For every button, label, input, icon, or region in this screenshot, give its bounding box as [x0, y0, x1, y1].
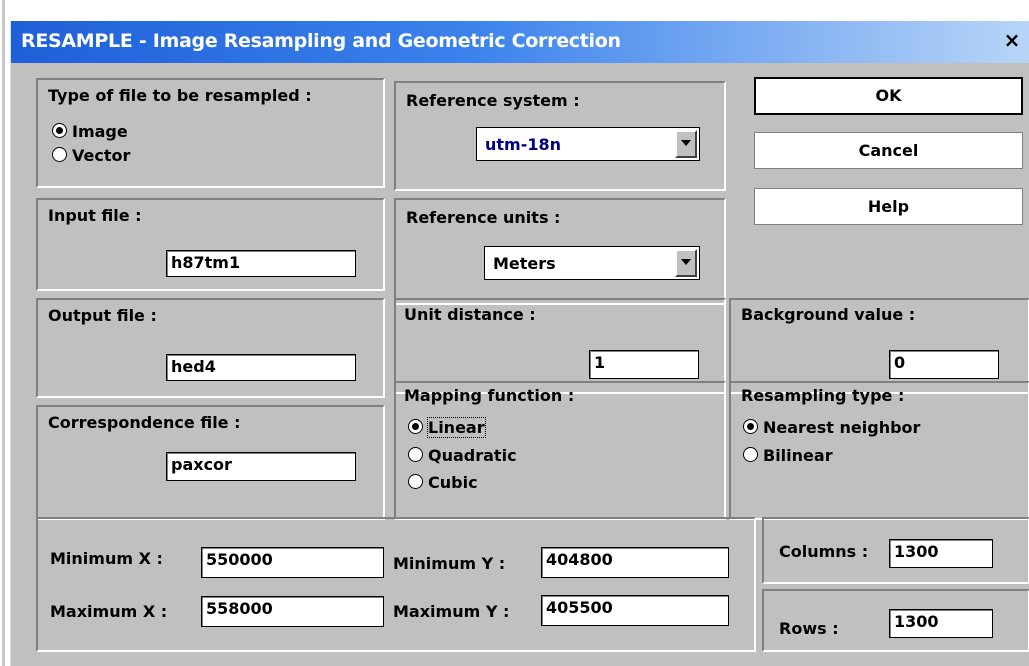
radio-image-indicator: [52, 123, 67, 138]
max-y-label: Maximum Y :: [393, 602, 510, 621]
columns-label: Columns :: [779, 542, 869, 561]
radio-linear-indicator: [408, 419, 423, 434]
correspondence-file-panel: Correspondence file : paxcor: [36, 405, 385, 520]
min-y-field[interactable]: 404800: [541, 547, 729, 578]
max-x-field[interactable]: 558000: [201, 596, 384, 627]
output-file-label: Output file :: [48, 306, 157, 325]
title-bar[interactable]: RESAMPLE - Image Resampling and Geometri…: [11, 21, 1029, 63]
radio-cubic[interactable]: Cubic: [408, 473, 478, 492]
file-type-label: Type of file to be resampled :: [48, 86, 312, 105]
resampling-type-panel: Resampling type : Nearest neighbor Bilin…: [729, 381, 1029, 520]
min-x-field[interactable]: 550000: [201, 547, 384, 578]
help-button[interactable]: Help: [754, 188, 1023, 225]
reference-units-select[interactable]: Meters: [484, 246, 700, 280]
close-icon[interactable]: ×: [1002, 29, 1022, 51]
background-value-panel: Background value : 0: [729, 298, 1029, 394]
mapping-function-panel: Mapping function : Linear Quadratic Cubi…: [394, 381, 726, 520]
mapping-function-label: Mapping function :: [404, 386, 575, 405]
ok-button[interactable]: OK: [754, 77, 1023, 115]
radio-image[interactable]: Image: [52, 122, 128, 141]
radio-linear-label: Linear: [427, 417, 486, 438]
chevron-down-icon: [681, 259, 691, 265]
resample-dialog: RESAMPLE - Image Resampling and Geometri…: [10, 21, 1029, 666]
reference-units-label: Reference units :: [406, 208, 561, 227]
file-type-panel: Type of file to be resampled : Image Vec…: [36, 78, 385, 188]
columns-field[interactable]: 1300: [889, 539, 993, 568]
reference-units-dropdown-arrow[interactable]: [675, 249, 697, 277]
radio-vector-label: Vector: [72, 146, 131, 165]
cancel-button[interactable]: Cancel: [754, 132, 1023, 169]
chevron-down-icon: [681, 140, 691, 146]
radio-cubic-indicator: [408, 474, 423, 489]
rows-panel: Rows : 1300: [762, 589, 1029, 652]
input-file-label: Input file :: [48, 206, 142, 225]
radio-vector[interactable]: Vector: [52, 146, 130, 165]
unit-distance-panel: Unit distance : 1: [394, 298, 726, 394]
input-file-field[interactable]: h87tm1: [166, 250, 356, 277]
background-value-field[interactable]: 0: [889, 350, 999, 379]
radio-vector-indicator: [52, 147, 67, 162]
min-y-label: Minimum Y :: [393, 554, 506, 573]
rows-label: Rows :: [779, 619, 839, 638]
columns-panel: Columns : 1300: [762, 517, 1029, 584]
unit-distance-label: Unit distance :: [404, 305, 536, 324]
reference-system-label: Reference system :: [406, 91, 580, 110]
radio-nearest-neighbor-label: Nearest neighbor: [763, 418, 921, 437]
radio-quadratic[interactable]: Quadratic: [408, 446, 517, 465]
max-y-field[interactable]: 405500: [541, 595, 729, 626]
reference-system-value: utm-18n: [485, 135, 562, 154]
radio-linear[interactable]: Linear: [408, 417, 486, 438]
background-value-label: Background value :: [741, 305, 916, 324]
unit-distance-field[interactable]: 1: [589, 350, 699, 379]
correspondence-file-label: Correspondence file :: [48, 413, 241, 432]
input-file-panel: Input file : h87tm1: [36, 198, 385, 291]
radio-quadratic-indicator: [408, 447, 423, 462]
rows-field[interactable]: 1300: [889, 609, 993, 638]
reference-system-dropdown-arrow[interactable]: [675, 130, 697, 158]
window-left-edge: [2, 0, 5, 666]
reference-system-select[interactable]: utm-18n: [476, 127, 700, 161]
max-x-label: Maximum X :: [50, 602, 168, 621]
radio-quadratic-label: Quadratic: [428, 446, 517, 465]
radio-bilinear[interactable]: Bilinear: [743, 446, 833, 465]
reference-units-panel: Reference units : Meters: [394, 198, 726, 305]
reference-system-panel: Reference system : utm-18n: [394, 81, 726, 191]
reference-units-value: Meters: [493, 254, 556, 273]
radio-nearest-neighbor[interactable]: Nearest neighbor: [743, 418, 920, 437]
bounds-panel: Minimum X : 550000 Maximum X : 558000 Mi…: [36, 517, 756, 652]
min-x-label: Minimum X :: [50, 549, 163, 568]
output-file-field[interactable]: hed4: [166, 354, 356, 381]
radio-bilinear-indicator: [743, 447, 758, 462]
output-file-panel: Output file : hed4: [36, 298, 385, 398]
radio-cubic-label: Cubic: [428, 473, 478, 492]
window-title: RESAMPLE - Image Resampling and Geometri…: [21, 30, 621, 52]
radio-image-label: Image: [72, 122, 128, 141]
resampling-type-label: Resampling type :: [741, 386, 905, 405]
correspondence-file-field[interactable]: paxcor: [166, 452, 356, 481]
radio-nearest-neighbor-indicator: [743, 419, 758, 434]
radio-bilinear-label: Bilinear: [763, 446, 833, 465]
